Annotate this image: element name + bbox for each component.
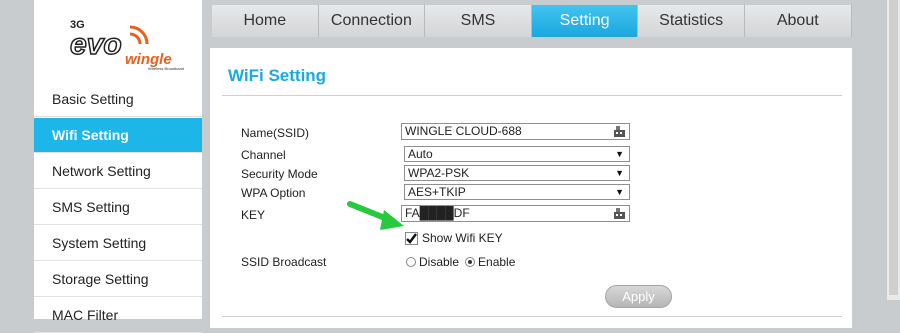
arrow-annotation-icon [347,201,404,230]
disable-radio[interactable] [406,257,416,267]
key-input[interactable]: FA████DF [401,205,630,222]
keyboard-icon[interactable] [613,125,627,138]
disable-radio-label: Disable [419,255,460,269]
sidebar-item-wifi-setting[interactable]: Wifi Setting [34,118,202,153]
security-mode-label: Security Mode [241,167,318,181]
sidebar-item-system-setting[interactable]: System Setting [34,226,202,261]
enable-radio-label: Enable [478,255,516,269]
sidebar: 3G evo wingle Wireless Broadband Basic S… [34,0,202,333]
divider [222,95,842,96]
wpa-option-label: WPA Option [241,186,306,200]
key-value: FA████DF [405,206,470,220]
sidebar-item-network-setting[interactable]: Network Setting [34,154,202,189]
channel-value: Auto [408,147,433,161]
divider [222,316,842,317]
security-mode-select[interactable]: WPA2-PSK ▼ [404,165,630,181]
sidebar-item-mac-filter[interactable]: MAC Filter [34,298,202,333]
key-label: KEY [241,208,266,222]
tab-statistics[interactable]: Statistics [638,5,745,37]
tab-connection[interactable]: Connection [318,5,426,37]
logo: 3G evo wingle Wireless Broadband [34,0,202,82]
show-key-checkbox[interactable] [405,231,418,245]
svg-text:evo: evo [70,28,122,61]
enable-radio[interactable] [465,257,476,267]
security-mode-value: WPA2-PSK [408,166,470,180]
channel-select[interactable]: Auto ▼ [404,146,630,162]
checkmark-icon [406,232,417,244]
tab-about[interactable]: About [744,5,852,37]
scrollbar-thumb[interactable] [889,0,898,295]
dropdown-arrow-icon: ▼ [615,149,624,159]
show-key-label: Show Wifi KEY [422,231,503,245]
tab-sms[interactable]: SMS [425,5,532,37]
ssid-broadcast-options: Disable Enable [406,255,515,269]
keyboard-icon[interactable] [613,207,627,220]
wpa-option-value: AES+TKIP [408,185,466,199]
ssid-input[interactable]: WINGLE CLOUD-688 [401,123,630,140]
page-title: WiFi Setting [228,66,327,85]
tab-setting[interactable]: Setting [531,5,639,37]
channel-label: Channel [241,148,286,162]
ssid-value: WINGLE CLOUD-688 [405,124,522,138]
scrollbar[interactable] [887,0,900,300]
svg-text:Wireless Broadband: Wireless Broadband [148,66,184,71]
sidebar-item-basic-setting[interactable]: Basic Setting [34,82,202,117]
tab-home[interactable]: Home [212,5,319,37]
dropdown-arrow-icon: ▼ [615,168,624,178]
ssid-label: Name(SSID) [241,126,310,140]
dropdown-arrow-icon: ▼ [615,187,624,197]
sidebar-item-sms-setting[interactable]: SMS Setting [34,190,202,225]
evo-wingle-logo: 3G evo wingle Wireless Broadband [70,19,184,71]
top-nav: Home Connection SMS Setting Statistics About [212,5,852,37]
ssid-broadcast-label: SSID Broadcast [241,255,327,269]
show-key-row[interactable]: Show Wifi KEY [405,231,503,245]
wifi-setting-panel: WiFi Setting Name(SSID) WINGLE CLOUD-688… [210,48,852,328]
sidebar-item-storage-setting[interactable]: Storage Setting [34,262,202,297]
apply-button[interactable]: Apply [605,285,672,308]
wpa-option-select[interactable]: AES+TKIP ▼ [404,184,630,200]
